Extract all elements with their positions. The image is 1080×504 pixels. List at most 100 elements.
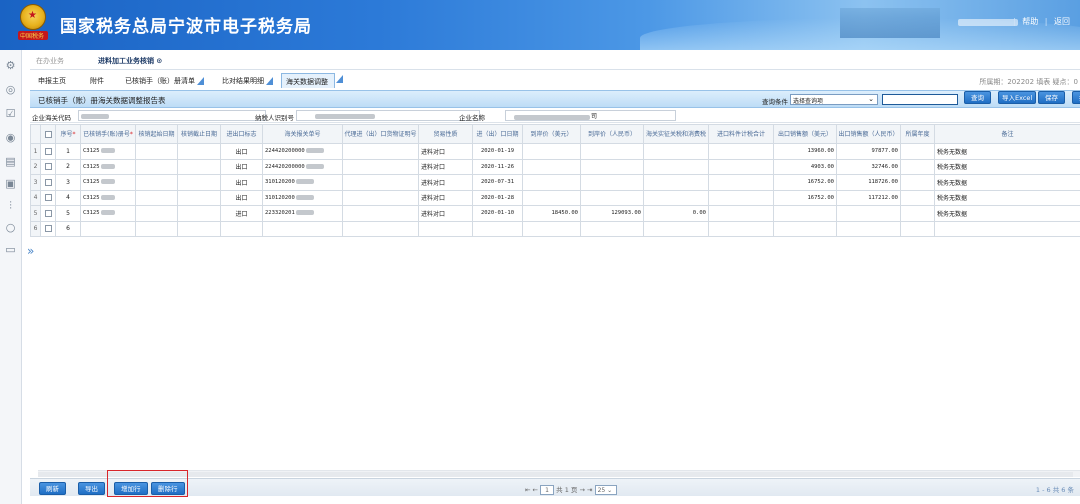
cell-export-rmb[interactable]: 32746.00	[836, 158, 901, 175]
document-icon[interactable]: ▣	[3, 176, 18, 191]
query-button[interactable]: 查询	[964, 91, 991, 104]
cell-agency-cert[interactable]	[342, 158, 419, 175]
cell-end-date[interactable]	[177, 205, 221, 222]
prev-page-icon[interactable]: ←	[533, 486, 538, 494]
back-link[interactable]: 返回	[1054, 17, 1070, 26]
cell-import-tax-total[interactable]	[708, 158, 774, 175]
row-checkbox-box[interactable]	[44, 147, 52, 155]
cell-io-flag[interactable]: 进口	[220, 205, 263, 222]
cell-io-date[interactable]: 2020-01-19	[472, 143, 523, 160]
cell-io-flag[interactable]: 出口	[220, 143, 263, 160]
cell-year[interactable]	[900, 174, 935, 191]
cell-cif-rmb[interactable]: 129093.00	[580, 205, 644, 222]
col-select-all[interactable]	[40, 124, 56, 144]
cell-export-usd[interactable]	[773, 220, 837, 237]
cell-seq[interactable]: 6	[55, 220, 81, 237]
cell-cif-usd[interactable]	[522, 158, 581, 175]
cell-agency-cert[interactable]	[342, 205, 419, 222]
cell-end-date[interactable]	[177, 158, 221, 175]
cell-import-tax-total[interactable]	[708, 189, 774, 206]
breadcrumb-item-pending[interactable]: 在办业务	[36, 56, 64, 66]
cell-end-date[interactable]	[177, 143, 221, 160]
cell-declaration-no[interactable]: 224420200000	[262, 158, 343, 175]
cell-import-tax-total[interactable]	[708, 174, 774, 191]
cell-declaration-no[interactable]: 224420200000	[262, 143, 343, 160]
cell-end-date[interactable]	[177, 220, 221, 237]
cell-remark[interactable]: 税务无数据	[934, 143, 1080, 160]
cell-year[interactable]	[900, 205, 935, 222]
tab-verified-handbooks[interactable]: 已核销手（账）册清单	[125, 76, 204, 86]
cell-remark[interactable]: 税务无数据	[934, 158, 1080, 175]
next-page-icon[interactable]: →	[580, 486, 585, 494]
cell-export-usd[interactable]: 16752.00	[773, 189, 837, 206]
cell-io-date[interactable]: 2020-11-26	[472, 158, 523, 175]
table-row[interactable]: 4 4 C3125 出口 310120200 进料对口 2020-01-28 16752.00…	[30, 189, 1080, 206]
cell-customs-duty[interactable]	[643, 158, 709, 175]
breadcrumb-item-current[interactable]: 进料加工业务核销 ⊙	[98, 56, 162, 66]
table-row[interactable]: 5 5 C3125 进口 223320201 进料对口 2020-01-10 18450.00…	[30, 205, 1080, 222]
row-checkbox[interactable]	[40, 220, 56, 237]
cell-start-date[interactable]	[135, 158, 178, 175]
cell-trade-type[interactable]: 进料对口	[418, 174, 473, 191]
cell-seq[interactable]: 3	[55, 174, 81, 191]
cell-remark[interactable]: 税务无数据	[934, 189, 1080, 206]
table-row[interactable]: 1 1 C3125 出口 224420200000 进料对口 2020-01-19 13960…	[30, 143, 1080, 160]
cell-start-date[interactable]	[135, 174, 178, 191]
row-checkbox[interactable]	[40, 205, 56, 222]
row-checkbox-box[interactable]	[44, 209, 52, 217]
cell-cif-usd[interactable]: 18450.00	[522, 205, 581, 222]
cell-export-rmb[interactable]: 97877.00	[836, 143, 901, 160]
last-page-icon[interactable]: ⇥	[587, 486, 592, 494]
cell-handbook[interactable]: C3125	[80, 158, 136, 175]
row-checkbox[interactable]	[40, 158, 56, 175]
cell-declaration-no[interactable]: 310120200	[262, 174, 343, 191]
cell-cif-rmb[interactable]	[580, 143, 644, 160]
shield-check-icon[interactable]: ◎	[3, 82, 18, 97]
first-page-icon[interactable]: ⇤	[525, 486, 530, 494]
cell-start-date[interactable]	[135, 220, 178, 237]
row-checkbox[interactable]	[40, 174, 56, 191]
calendar-icon[interactable]: ▤	[3, 154, 18, 169]
cell-export-rmb[interactable]	[836, 205, 901, 222]
search-icon[interactable]: ○	[3, 220, 18, 235]
cell-customs-duty[interactable]	[643, 174, 709, 191]
row-checkbox-box[interactable]	[44, 178, 52, 186]
cell-declaration-no[interactable]: 223320201	[262, 205, 343, 222]
horizontal-scrollbar[interactable]	[38, 470, 1080, 477]
cell-end-date[interactable]	[177, 174, 221, 191]
cell-handbook[interactable]: C3125	[80, 174, 136, 191]
cell-import-tax-total[interactable]	[708, 143, 774, 160]
cell-io-date[interactable]: 2020-01-10	[472, 205, 523, 222]
row-checkbox[interactable]	[40, 143, 56, 160]
cell-agency-cert[interactable]	[342, 174, 419, 191]
row-checkbox-box[interactable]	[44, 225, 52, 233]
cell-remark[interactable]	[934, 220, 1080, 237]
cell-trade-type[interactable]: 进料对口	[418, 158, 473, 175]
cell-cif-rmb[interactable]	[580, 189, 644, 206]
cell-declaration-no[interactable]: 310120200	[262, 189, 343, 206]
cell-io-date[interactable]	[472, 220, 523, 237]
row-checkbox[interactable]	[40, 189, 56, 206]
cell-cif-rmb[interactable]	[580, 158, 644, 175]
cell-export-usd[interactable]	[773, 205, 837, 222]
cell-io-flag[interactable]: 出口	[220, 158, 263, 175]
save-button[interactable]: 保存	[1038, 91, 1065, 104]
cell-start-date[interactable]	[135, 189, 178, 206]
tab-attachments[interactable]: 附件	[90, 76, 104, 86]
query-select[interactable]: 选择查询项 ⌄	[790, 94, 878, 105]
cell-export-rmb[interactable]: 117212.00	[836, 189, 901, 206]
cell-io-flag[interactable]: 出口	[220, 189, 263, 206]
cell-customs-duty[interactable]: 0.00	[643, 205, 709, 222]
cell-trade-type[interactable]: 进料对口	[418, 205, 473, 222]
cell-import-tax-total[interactable]	[708, 205, 774, 222]
help-link[interactable]: 帮助	[1022, 17, 1038, 26]
cell-year[interactable]	[900, 143, 935, 160]
chart-icon[interactable]: ⫶	[3, 198, 18, 213]
cell-agency-cert[interactable]	[342, 189, 419, 206]
cell-export-usd[interactable]: 16752.00	[773, 174, 837, 191]
cell-customs-duty[interactable]	[643, 189, 709, 206]
cell-export-rmb[interactable]: 118726.00	[836, 174, 901, 191]
tab-customs-adjustment[interactable]: 海关数据调整	[281, 73, 343, 88]
cell-export-rmb[interactable]	[836, 220, 901, 237]
cell-io-date[interactable]: 2020-07-31	[472, 174, 523, 191]
